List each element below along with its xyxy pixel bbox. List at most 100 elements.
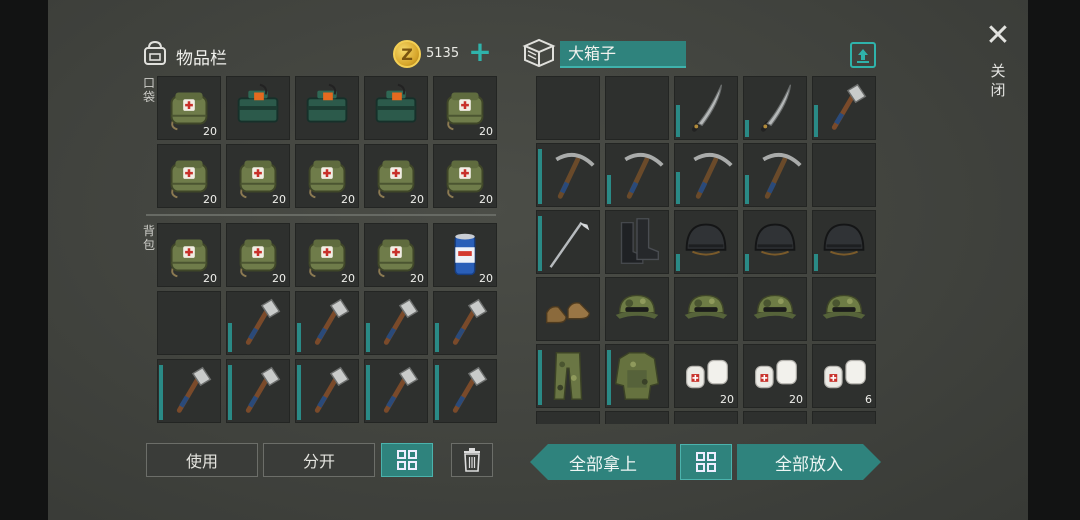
backpack-slot[interactable]: 20 [433, 223, 497, 287]
pocket-slot[interactable]: 20 [364, 144, 428, 208]
box-slot[interactable] [743, 143, 807, 207]
backpack-slot[interactable] [433, 359, 497, 423]
box-slot[interactable]: 20 [674, 344, 738, 408]
pocket-slot[interactable]: 20 [433, 144, 497, 208]
pocket-label: 口袋 [142, 76, 155, 104]
box-slot[interactable] [536, 210, 600, 274]
box-slot[interactable] [812, 210, 876, 274]
durability-bar [538, 216, 542, 271]
backpack-slot[interactable]: 20 [295, 223, 359, 287]
box-slot[interactable] [674, 143, 738, 207]
take-all-button[interactable]: 全部拿上 [530, 444, 676, 480]
backpack-slot[interactable] [295, 291, 359, 355]
durability-bar [297, 365, 301, 420]
hatchet-icon [452, 298, 488, 345]
durability-bar [676, 172, 680, 204]
backpack-label: 背包 [142, 224, 155, 252]
close-button[interactable]: ✕ [984, 21, 1012, 51]
pocket-slot[interactable] [364, 76, 428, 140]
pocket-slot[interactable]: 20 [157, 144, 221, 208]
item-quantity: 20 [203, 193, 217, 206]
sort-inventory-button[interactable] [381, 443, 433, 477]
backpack-slot[interactable] [364, 359, 428, 423]
machete-icon [760, 84, 792, 132]
box-slot[interactable] [605, 210, 669, 274]
box-slot[interactable] [605, 411, 669, 424]
box-slot[interactable] [605, 76, 669, 140]
pocket-slot[interactable] [295, 76, 359, 140]
camo-vest-icon [614, 352, 660, 400]
box-slot[interactable] [674, 411, 738, 424]
machete-icon [691, 84, 723, 132]
backpack-slot[interactable] [295, 359, 359, 423]
camo-cap-icon [753, 294, 797, 319]
coin-count: 5135 [426, 46, 460, 61]
box-slot[interactable] [605, 344, 669, 408]
box-title-field[interactable]: 大箱子 [560, 41, 686, 68]
durability-bar [607, 350, 611, 405]
backpack-slot[interactable] [157, 359, 221, 423]
box-slot[interactable] [536, 344, 600, 408]
toolbox-icon [375, 83, 417, 123]
box-slot[interactable] [743, 210, 807, 274]
box-slot[interactable] [743, 411, 807, 424]
durability-bar [297, 323, 301, 352]
hatchet-icon [383, 298, 419, 345]
pocket-slot[interactable]: 20 [433, 76, 497, 140]
box-slot[interactable] [674, 76, 738, 140]
box-slot[interactable] [605, 143, 669, 207]
box-slot[interactable] [536, 143, 600, 207]
hatchet-icon [831, 83, 867, 130]
backpack-slot[interactable] [226, 359, 290, 423]
hatchet-icon [245, 298, 281, 345]
box-slot[interactable] [674, 210, 738, 274]
item-quantity: 20 [203, 125, 217, 138]
split-button[interactable]: 分开 [263, 443, 375, 477]
durability-bar [366, 323, 370, 352]
box-slot[interactable] [812, 76, 876, 140]
sort-box-button[interactable] [680, 444, 732, 480]
upload-button[interactable] [850, 42, 876, 68]
use-button[interactable]: 使用 [146, 443, 258, 477]
pocket-slot[interactable] [226, 76, 290, 140]
add-coins-button[interactable]: + [466, 38, 494, 66]
durability-bar [538, 350, 542, 405]
pocket-slot[interactable]: 20 [157, 76, 221, 140]
box-slot[interactable] [674, 277, 738, 341]
box-slot[interactable] [812, 411, 876, 424]
backpack-slot[interactable]: 20 [364, 223, 428, 287]
pickaxe-icon [693, 152, 733, 199]
box-slot[interactable] [812, 143, 876, 207]
backpack-slot[interactable] [364, 291, 428, 355]
box-slot[interactable] [536, 76, 600, 140]
item-quantity: 20 [272, 193, 286, 206]
screen-edge-right [1028, 0, 1080, 520]
box-slot[interactable] [743, 277, 807, 341]
durability-bar [745, 175, 749, 204]
trash-button[interactable] [451, 443, 493, 477]
screen-edge-left [0, 0, 48, 520]
backpack-slot[interactable]: 20 [226, 223, 290, 287]
box-grid: 20 20 6 [536, 76, 876, 424]
box-slot[interactable] [605, 277, 669, 341]
durability-bar [814, 254, 818, 271]
backpack-slot[interactable]: 20 [157, 223, 221, 287]
item-quantity: 20 [479, 125, 493, 138]
put-all-button[interactable]: 全部放入 [737, 444, 881, 480]
box-slot[interactable]: 6 [812, 344, 876, 408]
backpack-slot[interactable] [157, 291, 221, 355]
pocket-slot[interactable]: 20 [226, 144, 290, 208]
durability-bar [676, 254, 680, 271]
item-quantity: 20 [203, 272, 217, 285]
box-slot[interactable] [743, 76, 807, 140]
backpack-slot[interactable] [226, 291, 290, 355]
pocket-slot[interactable]: 20 [295, 144, 359, 208]
hatchet-icon [314, 298, 350, 345]
box-grid-viewport[interactable]: 20 20 6 [536, 76, 876, 424]
box-slot[interactable] [812, 277, 876, 341]
box-slot[interactable] [536, 411, 600, 424]
box-slot[interactable]: 20 [743, 344, 807, 408]
backpack-slot[interactable] [433, 291, 497, 355]
box-slot[interactable] [536, 277, 600, 341]
combat-boots-icon [620, 218, 659, 264]
